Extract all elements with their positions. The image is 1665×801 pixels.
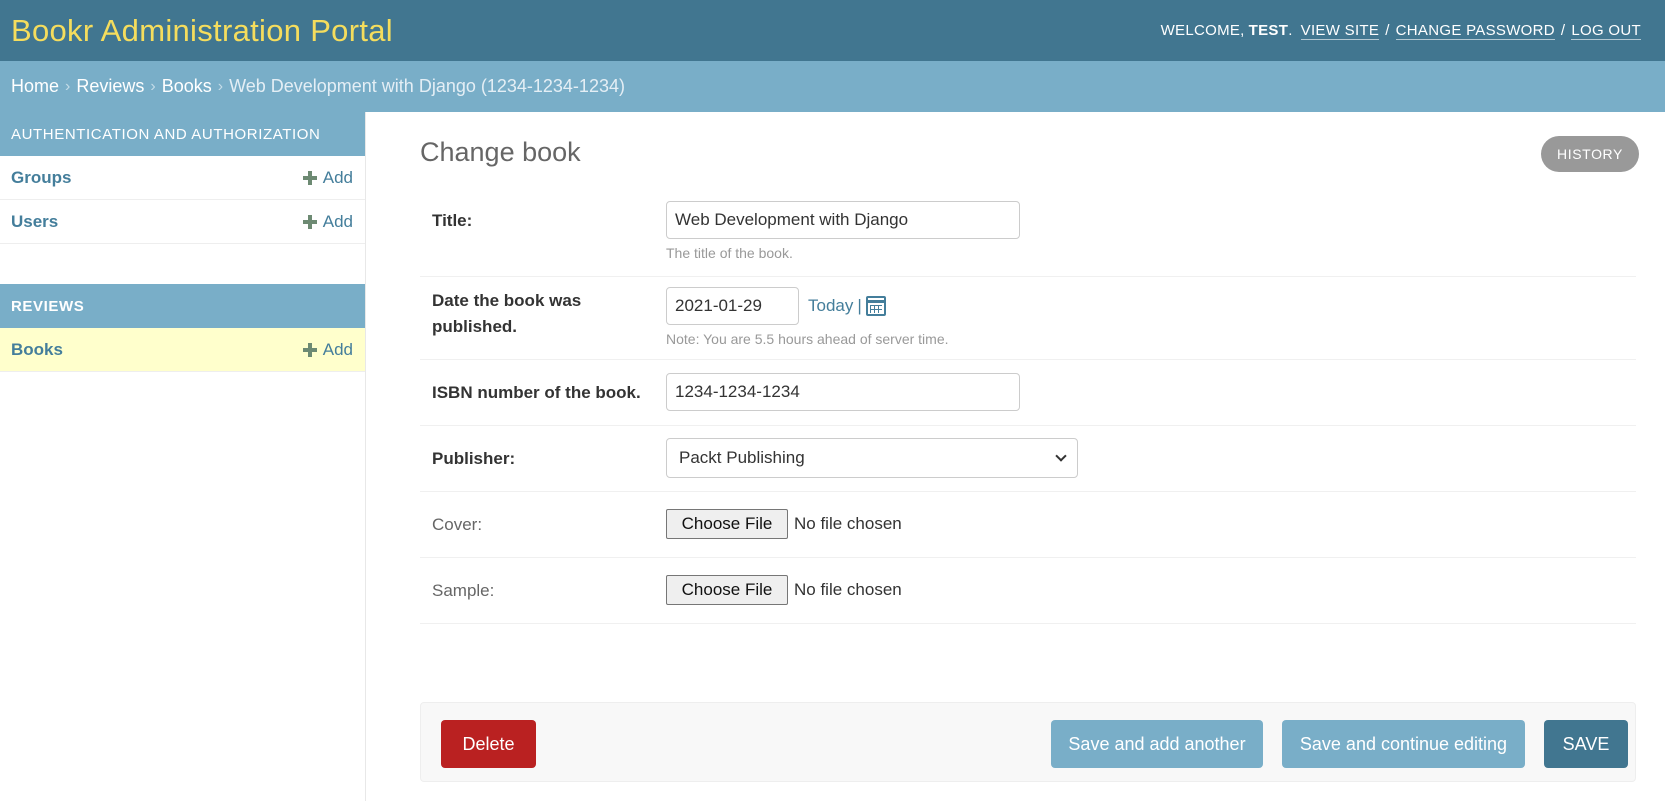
sample-choose-file-button[interactable]: Choose File (666, 575, 788, 605)
site-brand[interactable]: Bookr Administration Portal (11, 13, 393, 49)
timezone-note: Note: You are 5.5 hours ahead of server … (666, 331, 949, 347)
breadcrumb-separator: › (150, 77, 156, 95)
sample-file-status: No file chosen (794, 580, 902, 599)
title-help-text: The title of the book. (666, 245, 793, 261)
sample-file-input: Choose File No file chosen (666, 575, 902, 605)
save-continue-button[interactable]: Save and continue editing (1282, 720, 1525, 768)
cover-file-status: No file chosen (794, 514, 902, 533)
main-content: Change book HISTORY Title: Web Developme… (366, 112, 1665, 801)
add-label: Add (322, 339, 353, 359)
module-caption-reviews[interactable]: REVIEWS (0, 284, 365, 328)
cover-field-wrap: Choose File No file chosen (666, 509, 902, 539)
breadcrumb-separator: › (65, 77, 71, 95)
sidebar-item-users: Users Add (0, 200, 365, 244)
username: TEST (1248, 22, 1289, 39)
form-row-publisher: Publisher: Packt Publishing (420, 426, 1636, 492)
separator: | (857, 296, 862, 315)
date-line: 2021-01-29 Today | (666, 287, 949, 325)
today-link[interactable]: Today (808, 296, 853, 316)
sample-label: Sample: (432, 581, 495, 600)
sidebar-nav: AUTHENTICATION AND AUTHORIZATION Groups … (0, 112, 366, 801)
groups-add-link[interactable]: Add (302, 167, 353, 188)
groups-link[interactable]: Groups (11, 168, 71, 188)
change-form: Title: Web Development with Django The t… (420, 194, 1636, 624)
isbn-label: ISBN number of the book. (432, 383, 641, 402)
isbn-field-wrap: 1234-1234-1234 (666, 373, 1020, 411)
cover-label: Cover: (432, 515, 483, 534)
users-add-link[interactable]: Add (302, 211, 353, 232)
module-reviews: REVIEWS Books Add (0, 284, 365, 372)
module-auth: AUTHENTICATION AND AUTHORIZATION Groups … (0, 112, 365, 244)
breadcrumb-current: Web Development with Django (1234-1234-1… (229, 76, 625, 96)
add-label: Add (322, 211, 353, 231)
change-password-link[interactable]: CHANGE PASSWORD (1395, 22, 1555, 40)
form-row-title: Title: Web Development with Django The t… (420, 194, 1636, 277)
title-input[interactable]: Web Development with Django (666, 201, 1020, 239)
publisher-field-wrap: Packt Publishing (666, 438, 1078, 478)
cover-file-input: Choose File No file chosen (666, 509, 902, 539)
sample-field-wrap: Choose File No file chosen (666, 575, 902, 605)
form-row-isbn: ISBN number of the book. 1234-1234-1234 (420, 360, 1636, 426)
save-add-another-button[interactable]: Save and add another (1051, 720, 1263, 768)
breadcrumb: Home › Reviews › Books › Web Development… (0, 61, 1665, 112)
view-site-link[interactable]: VIEW SITE (1300, 22, 1380, 40)
books-link[interactable]: Books (11, 340, 63, 360)
header: Bookr Administration Portal WELCOME, TES… (0, 0, 1665, 61)
date-input[interactable]: 2021-01-29 (666, 287, 799, 325)
isbn-input[interactable]: 1234-1234-1234 (666, 373, 1020, 411)
separator: / (1385, 22, 1390, 39)
form-row-date: Date the book was published. 2021-01-29 … (420, 277, 1636, 360)
books-add-link[interactable]: Add (302, 339, 353, 360)
form-row-sample: Sample: Choose File No file chosen (420, 558, 1636, 624)
form-row-cover: Cover: Choose File No file chosen (420, 492, 1636, 558)
publisher-label: Publisher: (432, 449, 516, 468)
plus-icon (302, 214, 317, 229)
breadcrumb-separator: › (217, 77, 224, 95)
save-button[interactable]: SAVE (1544, 720, 1628, 768)
publisher-select[interactable]: Packt Publishing (666, 438, 1078, 478)
breadcrumb-home[interactable]: Home (11, 76, 59, 97)
submit-row: Delete Save and add another Save and con… (420, 702, 1636, 782)
cover-choose-file-button[interactable]: Choose File (666, 509, 788, 539)
calendar-icon[interactable] (865, 296, 886, 316)
plus-icon (302, 170, 317, 185)
breadcrumb-reviews[interactable]: Reviews (76, 76, 144, 97)
breadcrumb-books[interactable]: Books (162, 76, 212, 97)
add-label: Add (322, 167, 353, 187)
sidebar-item-groups: Groups Add (0, 156, 365, 200)
log-out-link[interactable]: LOG OUT (1571, 22, 1641, 40)
title-label: Title: (432, 211, 473, 230)
sidebar-item-books: Books Add (0, 328, 365, 372)
welcome-text: WELCOME, (1160, 22, 1245, 39)
plus-icon (302, 342, 317, 357)
history-button[interactable]: HISTORY (1541, 136, 1639, 172)
user-tools: WELCOME, TEST. VIEW SITE / CHANGE PASSWO… (1160, 21, 1641, 40)
chevron-down-icon (1055, 450, 1067, 462)
delete-button[interactable]: Delete (441, 720, 536, 768)
date-label: Date the book was published. (432, 291, 582, 336)
page-title: Change book (420, 137, 581, 167)
module-caption-auth[interactable]: AUTHENTICATION AND AUTHORIZATION (0, 112, 365, 156)
separator: / (1560, 22, 1566, 39)
publisher-selected: Packt Publishing (679, 448, 805, 467)
users-link[interactable]: Users (11, 212, 58, 232)
date-field-wrap: 2021-01-29 Today | Note: You are 5.5 hou… (666, 287, 949, 347)
title-field-wrap: Web Development with Django The title of… (666, 201, 1020, 261)
